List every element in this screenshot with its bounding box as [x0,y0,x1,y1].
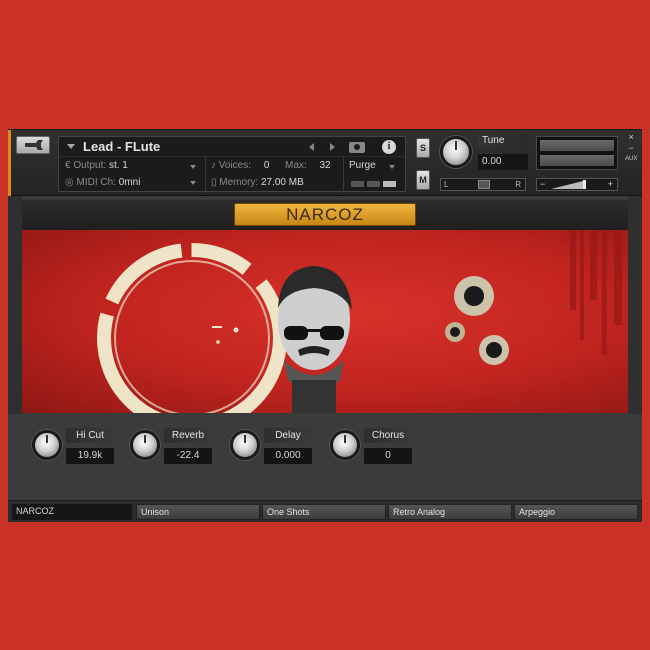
instrument-title-button[interactable]: NARCOZ [234,203,416,226]
preset-bar: NARCOZ Unison One Shots Retro Analog Arp… [8,500,642,522]
voices-icon: ♪ [211,160,219,171]
voices-display: ♪ Voices: 0 [211,160,270,171]
midi-channel-selector[interactable]: ◎ MIDI Ch: 0mni [65,177,140,188]
chorus-knob[interactable] [330,430,360,460]
level-meter [536,136,618,170]
camera-icon[interactable] [349,142,365,153]
wrench-icon[interactable] [16,136,50,154]
narcoz-artwork [97,230,622,413]
reverb-value[interactable]: -22.4 [164,448,212,464]
chorus-label: Chorus [364,428,412,443]
prev-instrument-icon[interactable] [309,143,314,151]
midi-dropdown-icon[interactable] [190,181,196,185]
volume-handle[interactable] [583,180,586,189]
title-strip: NARCOZ [22,200,628,230]
tab-retro-analog[interactable]: Retro Analog [388,504,512,520]
reverb-knob[interactable] [130,430,160,460]
hi-cut-value[interactable]: 19.9k [66,448,114,464]
artwork-image [22,230,628,413]
purge-level-bars [351,179,399,190]
volume-slider[interactable]: − + [536,178,618,191]
window-controls: × − AUX [625,132,637,165]
info-icon[interactable]: i [382,140,396,154]
effect-controls: Hi Cut 19.9k Reverb -22.4 Delay 0.000 Ch… [8,414,642,500]
mute-button[interactable]: M [416,170,430,190]
collapse-arrow-icon[interactable] [67,144,75,149]
aux-toggle[interactable]: AUX [625,154,637,165]
hi-cut-label: Hi Cut [66,428,114,443]
instrument-info-panel: Lead - FLute i € Output: st. 1 ♪ Voices:… [58,136,406,193]
next-instrument-icon[interactable] [330,143,335,151]
midi-icon: ◎ [65,177,77,188]
preset-name-display: NARCOZ [12,504,132,520]
purge-dropdown-icon[interactable] [389,165,395,169]
instrument-title[interactable]: Lead - FLute [83,139,160,154]
tab-unison[interactable]: Unison [136,504,260,520]
tune-label: Tune [478,135,528,149]
hi-cut-knob[interactable] [32,430,62,460]
solo-button[interactable]: S [416,138,430,158]
close-icon[interactable]: × [625,132,637,143]
delay-value[interactable]: 0.000 [264,448,312,464]
output-selector[interactable]: € Output: st. 1 [65,160,128,171]
purge-menu[interactable]: Purge [349,160,376,171]
tab-arpeggio[interactable]: Arpeggio [514,504,638,520]
delay-knob[interactable] [230,430,260,460]
reverb-label: Reverb [164,428,212,443]
max-voices-field[interactable]: Max: 32 [285,160,331,171]
selection-accent-bar [8,130,11,196]
instrument-header: Lead - FLute i € Output: st. 1 ♪ Voices:… [8,130,642,196]
instrument-panel: Lead - FLute i € Output: st. 1 ♪ Voices:… [8,129,642,522]
minimize-icon[interactable]: − [625,143,637,154]
bullet-holes [445,276,509,365]
memory-display: ▯ Memory: 27.00 MB [211,177,304,188]
output-dropdown-icon[interactable] [190,165,196,169]
tune-knob[interactable] [440,136,472,168]
chorus-value[interactable]: 0 [364,448,412,464]
tune-value[interactable]: 0.00 [478,154,528,170]
portrait-graphic [278,266,352,413]
tab-one-shots[interactable]: One Shots [262,504,386,520]
pan-slider[interactable]: L R [440,178,526,191]
delay-label: Delay [264,428,312,443]
pan-handle[interactable] [478,180,490,189]
